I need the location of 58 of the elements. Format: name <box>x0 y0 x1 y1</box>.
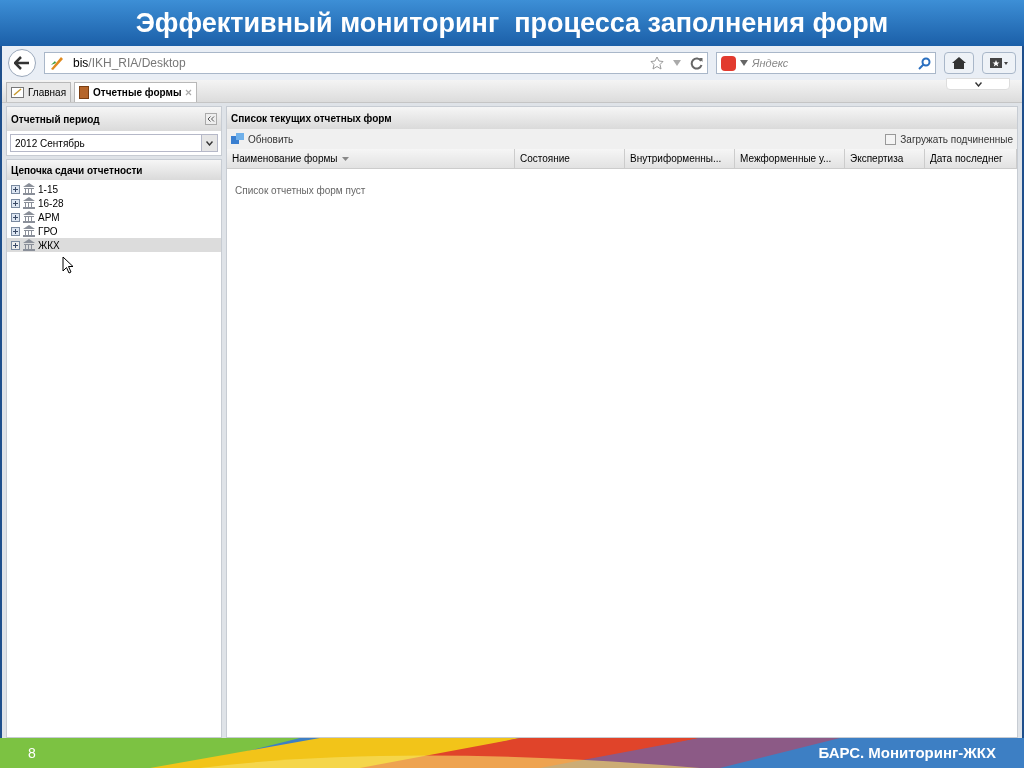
building-icon <box>22 225 36 237</box>
column-header[interactable]: Дата последнег <box>925 149 1017 168</box>
column-header[interactable]: Межформенные у... <box>735 149 845 168</box>
building-icon <box>22 211 36 223</box>
back-arrow-icon <box>14 56 30 70</box>
slide-title: Эффективный мониторинг процесса заполнения форм <box>135 6 889 40</box>
chevron-icon <box>974 81 982 87</box>
column-header[interactable]: Наименование формы <box>227 149 515 168</box>
tree-item[interactable]: 1-15 <box>7 182 221 196</box>
tab[interactable]: Главная <box>6 82 72 102</box>
dropdown-icon[interactable] <box>201 135 217 151</box>
page-number: 8 <box>28 743 36 763</box>
plus-icon[interactable] <box>11 198 20 208</box>
plus-icon[interactable] <box>11 212 20 222</box>
search-input[interactable]: Яндекс <box>752 54 914 72</box>
star-icon[interactable] <box>650 56 664 70</box>
cursor-icon <box>62 256 74 274</box>
search-icon[interactable] <box>918 56 931 70</box>
plus-icon[interactable] <box>11 184 20 194</box>
load-subordinate-checkbox[interactable]: Загружать подчиненные <box>885 131 1013 147</box>
column-header[interactable]: Экспертиза <box>845 149 925 168</box>
plus-icon[interactable] <box>11 240 20 250</box>
back-button[interactable] <box>8 49 36 77</box>
tree-item[interactable]: 16-28 <box>7 196 221 210</box>
site-icon <box>49 55 65 71</box>
reload-icon[interactable] <box>690 56 703 70</box>
column-header[interactable]: Состояние <box>515 149 625 168</box>
period-select[interactable]: 2012 Сентябрь <box>10 134 218 152</box>
bookmarks-button[interactable] <box>982 52 1016 74</box>
empty-message: Список отчетных форм пуст <box>235 185 366 196</box>
home-button[interactable] <box>944 52 974 74</box>
panel-title: Цепочка сдачи отчетности <box>11 163 143 178</box>
tree-item[interactable]: ЖКХ <box>7 238 221 252</box>
dropdown-icon[interactable] <box>740 60 748 66</box>
footer-title: БАРС. Мониторинг-ЖКХ <box>818 742 996 763</box>
tree-item[interactable]: АРМ <box>7 210 221 224</box>
home-icon <box>951 56 967 70</box>
tree-item[interactable]: ГРО <box>7 224 221 238</box>
checkbox[interactable] <box>885 133 897 145</box>
search-engine-icon <box>721 55 736 71</box>
notepad-icon <box>11 87 24 98</box>
plus-icon[interactable] <box>11 226 20 236</box>
panel-title: Список текущих отчетных форм <box>231 111 392 126</box>
building-icon <box>22 197 36 209</box>
bookmark-star-icon <box>989 57 1009 69</box>
refresh-icon <box>231 133 244 145</box>
sort-icon[interactable] <box>341 156 349 161</box>
collapse-button[interactable] <box>205 113 217 125</box>
address-bar[interactable]: bis/IKH_RIA/Desktop <box>44 52 708 74</box>
url-text: bis/IKH_RIA/Desktop <box>73 55 187 72</box>
tab[interactable]: Отчетные формы <box>74 82 198 102</box>
building-icon <box>22 183 36 195</box>
book-icon <box>79 86 90 99</box>
building-icon <box>22 239 36 251</box>
column-header[interactable]: Внутриформенны... <box>625 149 735 168</box>
panel-title: Отчетный период <box>11 112 100 127</box>
refresh-button[interactable]: Обновить <box>231 131 294 147</box>
search-field[interactable]: Яндекс <box>716 52 936 74</box>
